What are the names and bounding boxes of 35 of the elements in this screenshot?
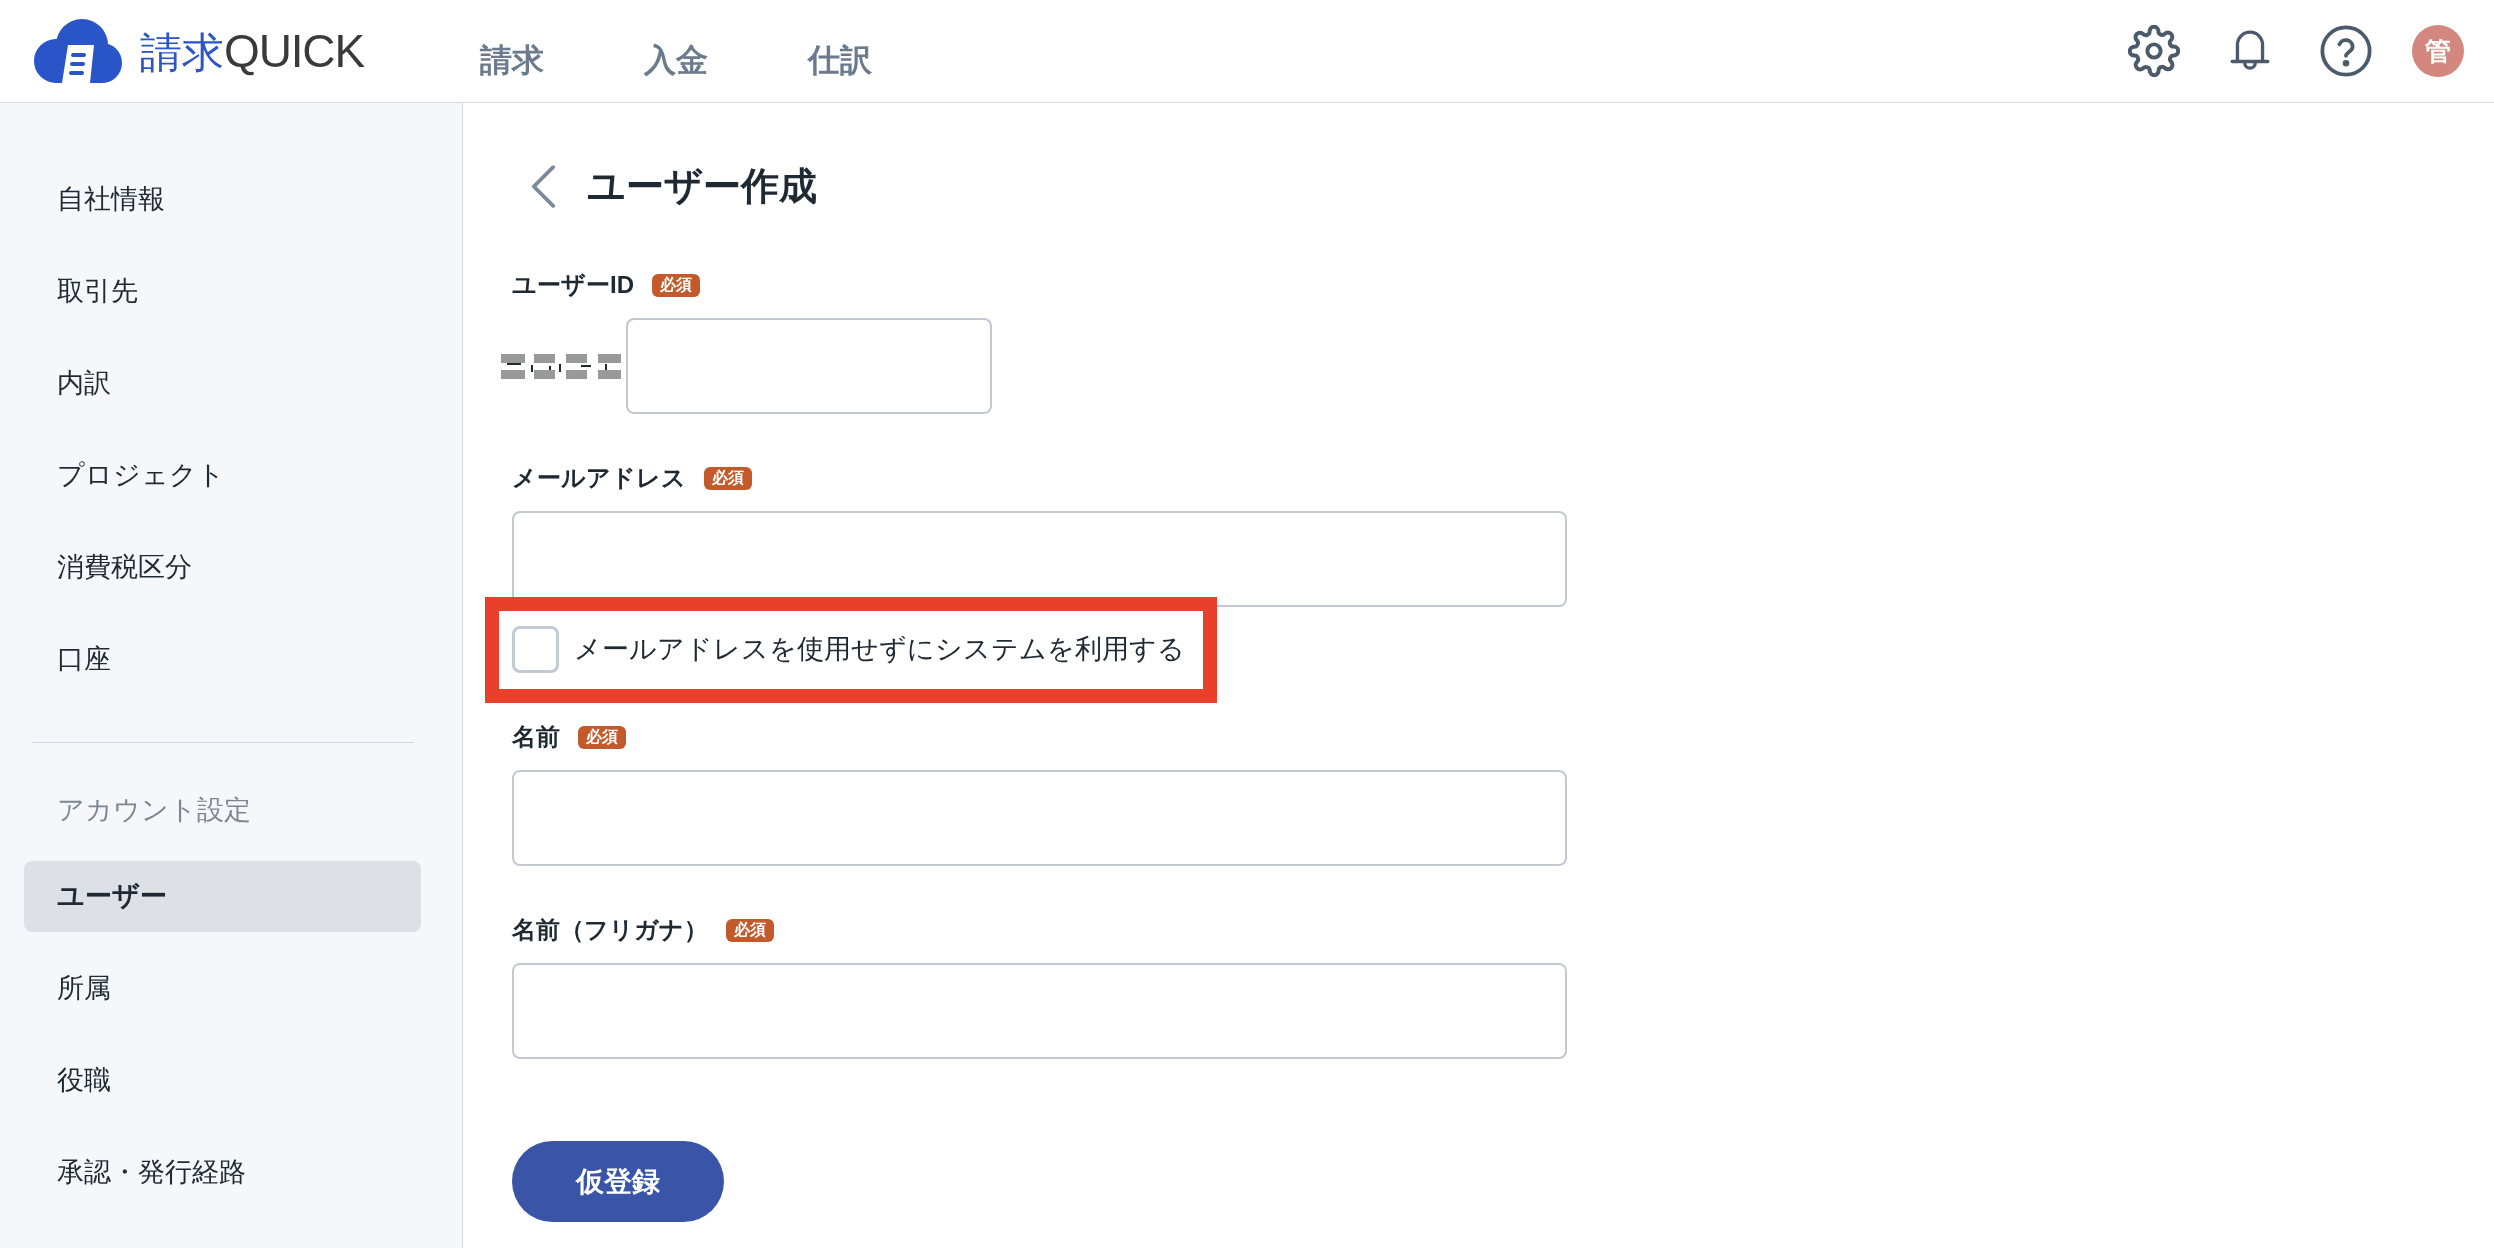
sidebar-item[interactable]: ユーザー: [24, 861, 421, 932]
nav-tab[interactable]: 仕訳: [808, 40, 872, 84]
field-label: メールアドレス: [512, 466, 686, 490]
input-field[interactable]: [512, 963, 1567, 1059]
input-field[interactable]: [512, 511, 1567, 607]
sidebar-item[interactable]: 承認・発行経路: [24, 1137, 421, 1208]
checkbox-label[interactable]: メールアドレスを使用せずにシステムを利用する: [574, 636, 1185, 663]
sidebar-item[interactable]: 役職: [24, 1045, 421, 1116]
sidebar-item[interactable]: プロジェクト: [24, 440, 421, 511]
logo-wordmark: 請求QUICK: [140, 28, 364, 74]
page-title: ユーザー作成: [587, 167, 817, 205]
help-icon[interactable]: [2320, 25, 2372, 77]
nav-tab[interactable]: 請求: [480, 40, 544, 84]
required-badge: 必須: [652, 273, 700, 297]
checkbox[interactable]: [512, 626, 559, 673]
field-label: ユーザーID: [512, 273, 634, 297]
sidebar-item[interactable]: 所属: [24, 953, 421, 1024]
sidebar-section-title: アカウント設定: [57, 793, 251, 827]
input-field[interactable]: [512, 770, 1567, 866]
submit-button[interactable]: 仮登録: [512, 1141, 724, 1222]
chevron-left-icon[interactable]: [530, 163, 557, 209]
sidebar-item[interactable]: 自社情報: [24, 164, 421, 235]
settings-icon[interactable]: [2128, 25, 2180, 77]
nav-tab[interactable]: 入金: [644, 40, 708, 84]
sidebar-item[interactable]: 口座: [24, 624, 421, 695]
required-badge: 必須: [578, 725, 626, 749]
sidebar-item[interactable]: 内訳: [24, 348, 421, 419]
input-field[interactable]: [626, 318, 992, 414]
sidebar-item[interactable]: 取引先: [24, 256, 421, 327]
required-badge: 必須: [704, 466, 752, 490]
sidebar-item[interactable]: 消費税区分: [24, 532, 421, 603]
cloud-logo-icon: [32, 19, 122, 83]
field-label: 名前（フリガナ）: [512, 918, 708, 942]
required-badge: 必須: [726, 918, 774, 942]
field-label: 名前: [512, 725, 560, 749]
